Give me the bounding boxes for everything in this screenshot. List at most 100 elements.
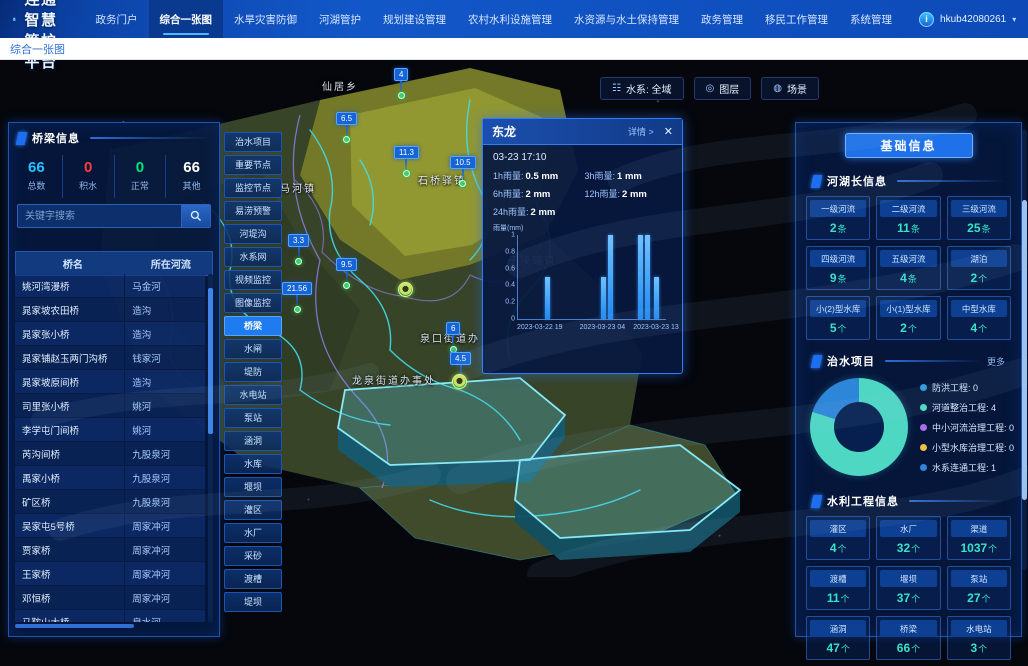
- popup-details-link[interactable]: 详情 >: [628, 125, 654, 138]
- layer-menu-item-2[interactable]: 监控节点: [224, 178, 282, 198]
- layer-menu-item-5[interactable]: 水系网: [224, 247, 282, 267]
- map-pin[interactable]: 6: [446, 322, 460, 353]
- rainfall-stat: 1h雨量:0.5 mm: [493, 169, 581, 182]
- layer-menu-item-9[interactable]: 水闸: [224, 339, 282, 359]
- chart-bar: [545, 277, 550, 319]
- table-row[interactable]: 姚河湾漫桥马金河: [15, 274, 205, 298]
- map-pin[interactable]: 10.5: [450, 156, 476, 187]
- map-pin[interactable]: 11.3: [394, 146, 419, 177]
- layer-menu-item-18[interactable]: 采砂: [224, 546, 282, 566]
- stat-cell[interactable]: 湖泊2个: [947, 246, 1011, 290]
- search-input[interactable]: [17, 204, 181, 228]
- station-marker-icon[interactable]: [398, 282, 413, 297]
- map-control-1[interactable]: ◎图层: [694, 77, 752, 100]
- nav-item-8[interactable]: 移民工作管理: [754, 0, 839, 38]
- layer-menu-item-12[interactable]: 泵站: [224, 408, 282, 428]
- bridge-name-cell: 矿区桥: [15, 490, 125, 513]
- layer-menu-item-0[interactable]: 治水项目: [224, 132, 282, 152]
- layer-menu-item-6[interactable]: 视频监控: [224, 270, 282, 290]
- stat-cell[interactable]: 水厂32个: [876, 516, 940, 560]
- map-pin[interactable]: 4: [394, 68, 408, 99]
- bridge-name-cell: 邓恒桥: [15, 586, 125, 609]
- table-row[interactable]: 晁家张小桥造沟: [15, 322, 205, 346]
- stat-cell-unit: 个: [911, 544, 920, 554]
- table-row[interactable]: 矿区桥九股泉河: [15, 490, 205, 514]
- station-marker-icon[interactable]: [452, 374, 467, 389]
- stat-cell[interactable]: 水电站3个: [947, 616, 1011, 660]
- nav-item-0[interactable]: 政务门户: [85, 0, 149, 38]
- map-control-0[interactable]: ☷水系: 全域: [600, 77, 684, 100]
- layer-menu-item-19[interactable]: 渡槽: [224, 569, 282, 589]
- nav-item-3[interactable]: 河湖管护: [308, 0, 372, 38]
- table-row[interactable]: 贾家桥周家冲河: [15, 538, 205, 562]
- table-row[interactable]: 晁家铺赵玉两门沟桥钱家河: [15, 346, 205, 370]
- stat-cell[interactable]: 中型水库4个: [947, 296, 1011, 340]
- table-row[interactable]: 司里张小桥姚河: [15, 394, 205, 418]
- map-pin[interactable]: 6.5: [336, 112, 357, 143]
- table-row[interactable]: 邓恒桥周家冲河: [15, 586, 205, 610]
- stat-cell[interactable]: 五级河流4条: [876, 246, 940, 290]
- layer-menu-item-10[interactable]: 堤防: [224, 362, 282, 382]
- layer-menu-item-3[interactable]: 易涝预警: [224, 201, 282, 221]
- layer-menu-item-4[interactable]: 河堤沟: [224, 224, 282, 244]
- nav-item-6[interactable]: 水资源与水土保持管理: [563, 0, 690, 38]
- table-row[interactable]: 芮沟间桥九股泉河: [15, 442, 205, 466]
- nav-item-7[interactable]: 政务管理: [690, 0, 754, 38]
- chart-plot-area: 10.80.60.40.20: [517, 235, 666, 320]
- stat-cell[interactable]: 二级河流11条: [876, 196, 940, 240]
- stat-cell[interactable]: 小(2)型水库5个: [806, 296, 870, 340]
- map-pin[interactable]: 3.3: [288, 234, 309, 265]
- stat-cell[interactable]: 渡槽11个: [806, 566, 870, 610]
- table-row[interactable]: 禹家小桥九股泉河: [15, 466, 205, 490]
- bridge-table-rows: 姚河湾漫桥马金河晁家坡农田桥造沟晁家张小桥造沟晁家铺赵玉两门沟桥钱家河晁家坡原间…: [15, 274, 205, 622]
- layer-menu-item-15[interactable]: 堰坝: [224, 477, 282, 497]
- table-row[interactable]: 马鞍山大桥泉水河: [15, 610, 205, 622]
- stat-cell[interactable]: 涵洞47个: [806, 616, 870, 660]
- table-row[interactable]: 晁家坡原间桥造沟: [15, 370, 205, 394]
- table-scrollbar[interactable]: [208, 274, 213, 622]
- nav-item-5[interactable]: 农村水利设施管理: [457, 0, 563, 38]
- table-row[interactable]: 吴家屯5号桥周家冲河: [15, 514, 205, 538]
- stat-cell[interactable]: 灌区4个: [806, 516, 870, 560]
- table-row[interactable]: 李学屯门间桥姚河: [15, 418, 205, 442]
- table-horizontal-scrollbar[interactable]: [15, 624, 134, 628]
- layer-menu-item-13[interactable]: 涵洞: [224, 431, 282, 451]
- stat-cell[interactable]: 渠道1037个: [947, 516, 1011, 560]
- search-button[interactable]: [181, 204, 211, 228]
- close-icon[interactable]: ✕: [664, 125, 673, 138]
- table-row[interactable]: 王家桥周家冲河: [15, 562, 205, 586]
- layer-menu-item-20[interactable]: 堤坝: [224, 592, 282, 612]
- stat-cell[interactable]: 三级河流25条: [947, 196, 1011, 240]
- nav-item-4[interactable]: 规划建设管理: [372, 0, 457, 38]
- nav-item-9[interactable]: 系统管理: [839, 0, 903, 38]
- layer-menu-item-14[interactable]: 水库: [224, 454, 282, 474]
- map-control-2[interactable]: ◍场景: [761, 77, 819, 100]
- map-control-label: 图层: [719, 81, 739, 96]
- stat-cell[interactable]: 桥梁66个: [876, 616, 940, 660]
- map-pin[interactable]: 21.56: [282, 282, 312, 313]
- donut-hole: [834, 402, 884, 452]
- layer-menu-item-1[interactable]: 重要节点: [224, 155, 282, 175]
- stat-cell-unit: 条: [838, 274, 847, 284]
- table-row[interactable]: 晁家坡农田桥造沟: [15, 298, 205, 322]
- map-pin[interactable]: 9.5: [336, 258, 357, 289]
- user-avatar-icon: i: [919, 12, 934, 27]
- basic-info-button[interactable]: 基础信息: [845, 133, 973, 158]
- stat-cell[interactable]: 泵站27个: [947, 566, 1011, 610]
- stat-cell[interactable]: 堰坝37个: [876, 566, 940, 610]
- stat-cell[interactable]: 小(1)型水库2个: [876, 296, 940, 340]
- nav-item-1[interactable]: 综合一张图: [149, 0, 224, 38]
- page-scrollbar[interactable]: [1022, 130, 1027, 570]
- stat-cell[interactable]: 四级河流9条: [806, 246, 870, 290]
- user-menu[interactable]: i hkub42080261 ▾: [903, 0, 1028, 38]
- layer-menu-item-8[interactable]: 桥梁: [224, 316, 282, 336]
- project-more-link[interactable]: 更多: [987, 355, 1005, 368]
- layer-menu-item-17[interactable]: 水厂: [224, 523, 282, 543]
- chart-y-tick: 0.2: [505, 299, 515, 306]
- breadcrumb[interactable]: 综合一张图: [10, 41, 65, 57]
- nav-item-2[interactable]: 水旱灾害防御: [223, 0, 308, 38]
- stat-cell[interactable]: 一级河流2条: [806, 196, 870, 240]
- layer-menu-item-11[interactable]: 水电站: [224, 385, 282, 405]
- layer-menu-item-7[interactable]: 图像监控: [224, 293, 282, 313]
- layer-menu-item-16[interactable]: 灌区: [224, 500, 282, 520]
